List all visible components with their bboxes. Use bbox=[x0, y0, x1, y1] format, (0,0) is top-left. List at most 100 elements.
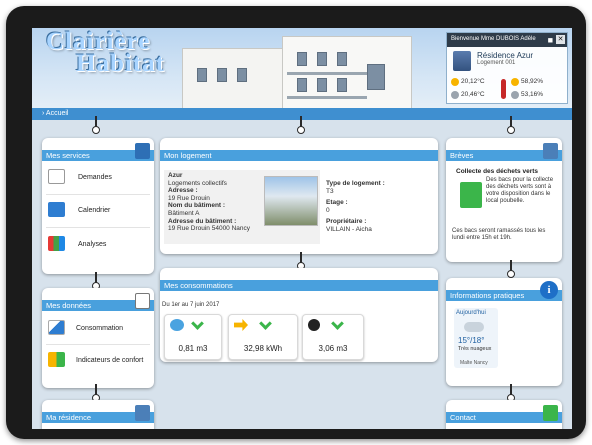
door-icon bbox=[135, 143, 150, 159]
building-value: Bâtiment A bbox=[168, 209, 200, 217]
consommations-period: Du 1er au 7 juin 2017 bbox=[162, 302, 220, 308]
services-title: Mes services bbox=[46, 151, 90, 160]
comfort-icon bbox=[48, 352, 65, 367]
card-hook bbox=[297, 116, 305, 134]
owner-label: Propriétaire : bbox=[326, 218, 367, 226]
services-card: Mes services Demandes Calendrier Analyse… bbox=[42, 138, 154, 274]
welcome-text: Bienvenue Mme DUBOIS Adèle bbox=[451, 36, 536, 42]
card-hook bbox=[92, 272, 100, 290]
balcony-shape bbox=[287, 72, 367, 75]
meter-electricity[interactable]: 32,98 kWh bbox=[228, 314, 298, 360]
divider bbox=[46, 344, 150, 345]
logement-title: Mon logement bbox=[164, 151, 212, 160]
cloud-icon bbox=[464, 322, 484, 332]
building-photo bbox=[264, 176, 318, 226]
recycle-bin-icon bbox=[460, 182, 482, 208]
data-item-consommation[interactable]: Consommation bbox=[76, 325, 123, 332]
clipboard-icon bbox=[135, 293, 150, 309]
floor-value: 0 bbox=[326, 206, 330, 214]
meter-value: 3,06 m3 bbox=[318, 344, 348, 353]
consommations-header: Mes consommations bbox=[160, 280, 438, 291]
logement-name: Azur bbox=[168, 172, 183, 179]
meter-water[interactable]: 0,81 m3 bbox=[164, 314, 222, 360]
card-hook bbox=[507, 384, 515, 402]
donnees-card: Mes données Consommation Indicateurs de … bbox=[42, 288, 154, 388]
service-item-demandes[interactable]: Demandes bbox=[78, 174, 112, 181]
card-hook bbox=[92, 116, 100, 134]
mail-icon bbox=[543, 405, 558, 421]
humidity-night: 53,16% bbox=[521, 91, 544, 98]
building-address-value: 19 Rue Drouin 54000 Nancy bbox=[168, 225, 251, 233]
window-shape bbox=[197, 68, 207, 82]
tablet-frame: Clairière Habitat Bienvenue Mme DUBOIS A… bbox=[6, 6, 586, 439]
user-panel: Bienvenue Mme DUBOIS Adèle ■ ✕ Résidence… bbox=[446, 32, 568, 104]
address-value: 19 Rue Drouin bbox=[168, 194, 210, 202]
logement-subtitle: Logements collectifs bbox=[168, 179, 227, 187]
card-hook bbox=[92, 384, 100, 402]
gas-icon bbox=[308, 319, 320, 331]
meter-gas[interactable]: 3,06 m3 bbox=[302, 314, 364, 360]
address-label: Adresse : bbox=[168, 187, 198, 195]
contact-title: Contact bbox=[450, 413, 476, 422]
owner-value: VILLAIN - Aicha bbox=[326, 225, 372, 233]
residence-name[interactable]: Résidence Azur bbox=[477, 51, 533, 60]
arrow-down-icon bbox=[259, 317, 272, 330]
meter-value: 32,98 kWh bbox=[243, 344, 283, 353]
moon-icon bbox=[511, 91, 519, 99]
user-icon[interactable]: ■ bbox=[548, 35, 553, 45]
breves-headline: Collecte des déchets verts bbox=[456, 168, 539, 175]
requests-icon bbox=[48, 169, 65, 184]
chevron-right-icon: › bbox=[42, 110, 45, 117]
consommations-title: Mes consommations bbox=[164, 281, 233, 290]
user-bar: Bienvenue Mme DUBOIS Adèle ■ ✕ bbox=[447, 33, 567, 47]
residence-icon bbox=[453, 51, 471, 71]
infos-card: Informations pratiques i Aujourd'hui 15°… bbox=[446, 278, 562, 386]
breadcrumb-home[interactable]: Accueil bbox=[46, 110, 69, 117]
window-shape bbox=[217, 68, 227, 82]
contact-card: Contact bbox=[446, 400, 562, 429]
thermometer-icon bbox=[501, 79, 506, 99]
type-value: T3 bbox=[326, 187, 334, 195]
breves-title: Brèves bbox=[450, 151, 474, 160]
service-item-calendrier[interactable]: Calendrier bbox=[78, 207, 110, 214]
building-label: Nom du bâtiment : bbox=[168, 202, 226, 210]
humidity-day: 58,92% bbox=[521, 78, 544, 85]
window-shape bbox=[337, 52, 347, 66]
data-item-confort[interactable]: Indicateurs de confort bbox=[76, 357, 143, 364]
card-hook bbox=[507, 116, 515, 134]
donnees-title: Mes données bbox=[46, 301, 92, 310]
info-icon[interactable]: i bbox=[540, 281, 558, 299]
meter-value: 0,81 m3 bbox=[178, 344, 208, 353]
consommations-card: Mes consommations Du 1er au 7 juin 2017 … bbox=[160, 268, 438, 362]
building-icon bbox=[135, 405, 150, 421]
infos-title: Informations pratiques bbox=[450, 291, 525, 300]
close-icon[interactable]: ✕ bbox=[556, 35, 565, 44]
breves-body: Des bacs pour la collecte des déchets ve… bbox=[486, 177, 554, 204]
weather-temps: 15°/18° bbox=[458, 336, 485, 345]
header-banner: Clairière Habitat Bienvenue Mme DUBOIS A… bbox=[32, 28, 572, 120]
sun-icon bbox=[511, 78, 519, 86]
breves-card: Brèves Collecte des déchets verts Des ba… bbox=[446, 138, 562, 262]
type-label: Type de logement : bbox=[326, 180, 385, 187]
news-icon bbox=[543, 143, 558, 159]
divider bbox=[46, 194, 150, 195]
logo-text: Habitat bbox=[76, 50, 165, 77]
electricity-icon bbox=[234, 319, 248, 331]
temperature-day: 20,12°C bbox=[461, 78, 485, 85]
temperature-night: 20,46°C bbox=[461, 91, 485, 98]
service-item-analyses[interactable]: Analyses bbox=[78, 241, 106, 248]
balcony-shape bbox=[287, 96, 367, 99]
sun-icon bbox=[451, 78, 459, 86]
consumption-chart-icon bbox=[48, 320, 65, 335]
weather-condition: Très nuageux bbox=[458, 346, 492, 352]
window-shape bbox=[337, 78, 347, 92]
card-hook bbox=[297, 252, 305, 270]
window-shape bbox=[367, 64, 385, 90]
moon-icon bbox=[451, 91, 459, 99]
breves-note: Ces bacs seront ramassés tous les lundi … bbox=[452, 228, 546, 241]
window-shape bbox=[297, 78, 307, 92]
residence-title: Ma résidence bbox=[46, 413, 92, 422]
water-icon bbox=[170, 319, 184, 331]
calendar-icon bbox=[48, 202, 65, 217]
breadcrumb: › Accueil bbox=[32, 108, 572, 120]
